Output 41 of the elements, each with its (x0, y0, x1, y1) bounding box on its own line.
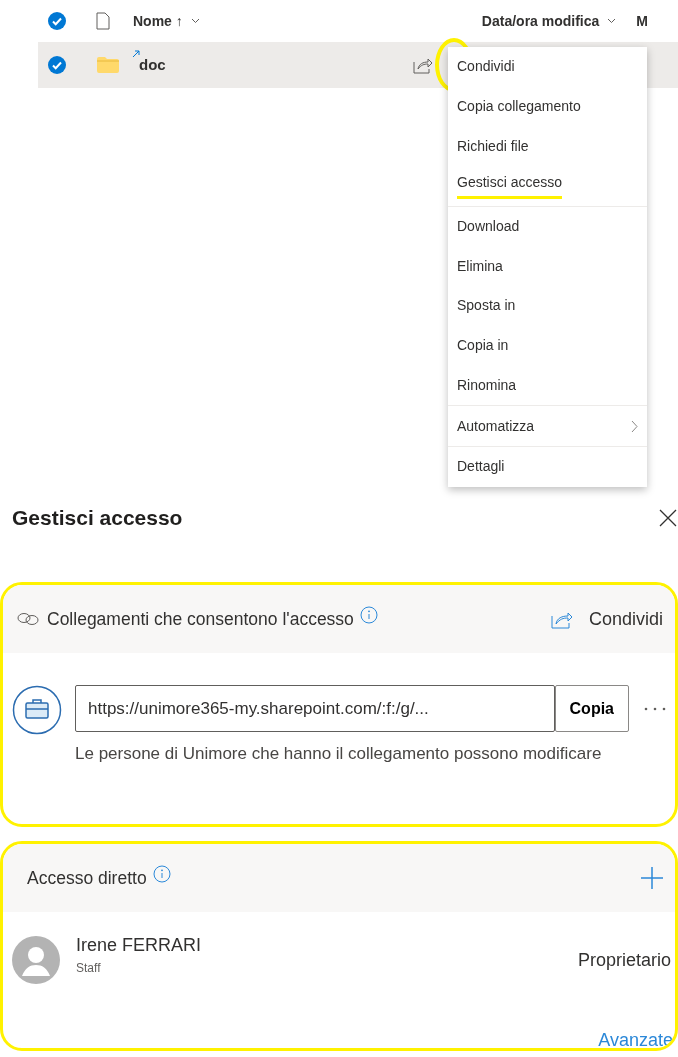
link-description: Le persone di Unimore che hanno il collegamento possono modificare (75, 743, 603, 765)
chevron-down-icon (190, 18, 200, 24)
menu-item[interactable]: Copia in (448, 325, 647, 366)
section-title: Collegamenti che consentono l'accesso (47, 607, 354, 631)
advanced-link[interactable]: Avanzate (598, 1027, 673, 1048)
menu-item[interactable]: Gestisci accesso (448, 166, 647, 206)
info-icon[interactable] (152, 865, 171, 883)
menu-item[interactable]: Dettagli (448, 446, 647, 487)
permission-label: Proprietario (577, 948, 671, 972)
column-header: M (636, 11, 648, 31)
panel-title: Gestisci accesso (12, 505, 183, 532)
menu-item[interactable]: Download (448, 206, 647, 247)
avatar-icon (12, 936, 60, 984)
info-icon[interactable] (359, 606, 378, 624)
add-icon[interactable] (641, 867, 663, 889)
link-icon (17, 612, 39, 626)
folder-icon (97, 57, 119, 73)
menu-item[interactable]: Sposta in (448, 286, 647, 326)
name-column-header[interactable]: Nome ↑ (133, 10, 200, 32)
member-role: Staff (76, 959, 102, 977)
share-button[interactable]: Condividi (550, 605, 663, 633)
chevron-down-icon (607, 18, 617, 24)
menu-item[interactable]: Richiedi file (448, 126, 647, 167)
menu-item[interactable]: Copia collegamento (448, 86, 647, 127)
more-horizontal-icon[interactable] (643, 705, 667, 712)
link-field: https://unimore365-my.sharepoint.com/:f:/g/... (75, 685, 555, 732)
menu-item[interactable]: Automatizza (448, 406, 647, 446)
modified-column-header[interactable]: Data/ora modifica (481, 10, 617, 32)
menu-item[interactable]: Condividi (448, 47, 647, 87)
section-title: Accesso diretto (27, 866, 147, 890)
checkmark-icon[interactable] (48, 56, 66, 74)
menu-item[interactable]: Elimina (448, 246, 647, 287)
member-name: Irene FERRARI (76, 933, 202, 957)
file-name[interactable]: doc (139, 53, 166, 77)
share-icon[interactable] (413, 56, 433, 74)
checkmark-icon[interactable] (48, 12, 66, 30)
copy-button[interactable]: Copia (554, 685, 629, 732)
briefcase-icon (12, 685, 62, 735)
file-icon (96, 12, 110, 30)
menu-item[interactable]: Rinomina (448, 365, 647, 406)
close-icon[interactable] (658, 508, 678, 528)
